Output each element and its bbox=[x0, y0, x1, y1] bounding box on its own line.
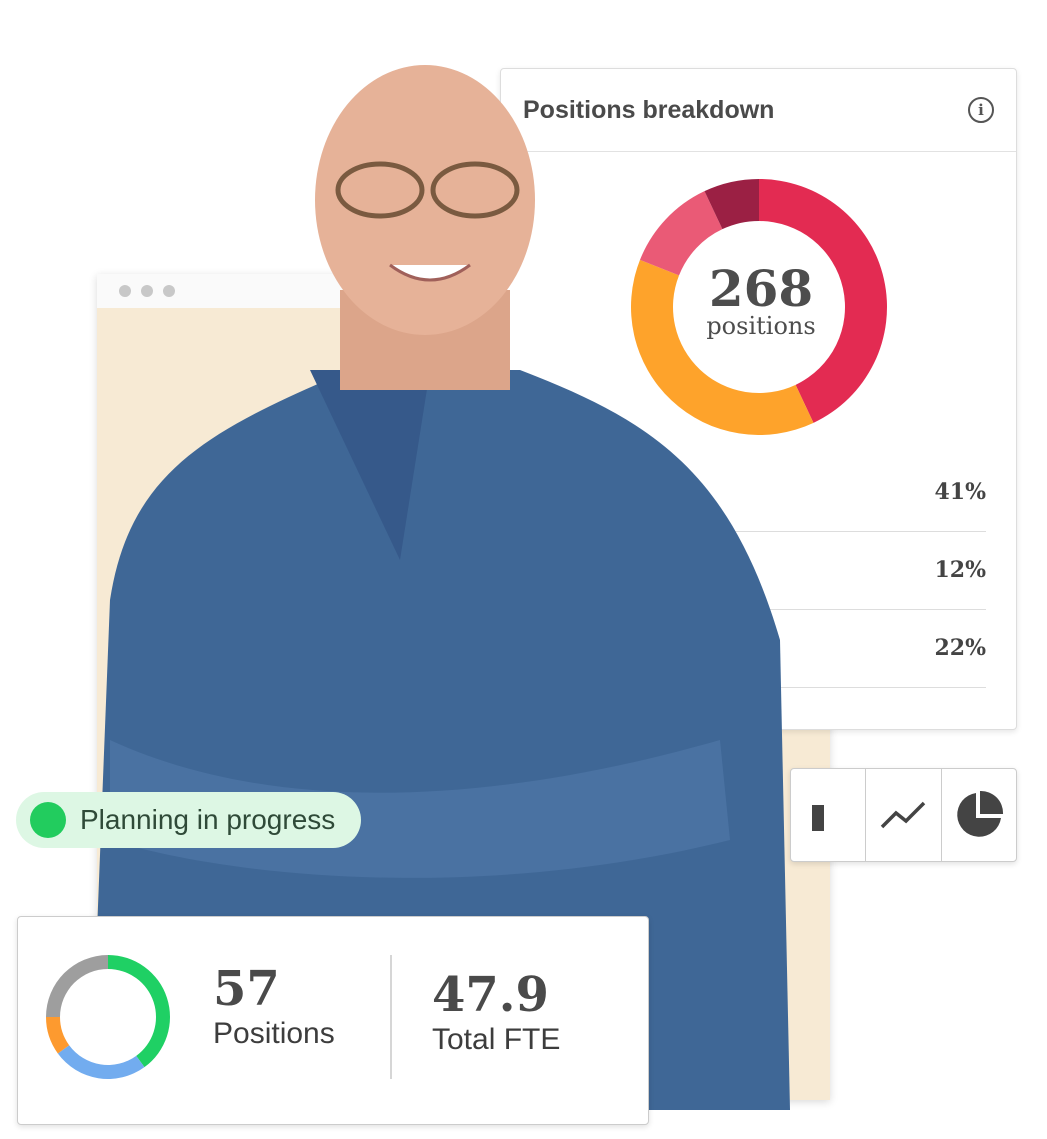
info-icon[interactable]: i bbox=[968, 97, 994, 123]
bar-chart-icon bbox=[812, 805, 825, 831]
donut-slice bbox=[108, 955, 170, 1068]
fte-label: Total FTE bbox=[432, 1023, 561, 1056]
summary-card: 57 Positions 47.9 Total FTE bbox=[17, 916, 649, 1125]
percent: 22% bbox=[934, 635, 986, 661]
positions-label: Positions bbox=[213, 1017, 335, 1050]
bar-chart-button[interactable] bbox=[791, 769, 865, 861]
chart-type-toolbar bbox=[790, 768, 1017, 862]
percent: 41% bbox=[934, 479, 986, 505]
line-chart-icon bbox=[881, 801, 926, 829]
pie-chart-icon bbox=[957, 790, 1003, 837]
fte-value: 47.9 bbox=[432, 967, 549, 1023]
status-badge: Planning in progress bbox=[16, 792, 362, 848]
positions-value: 57 bbox=[213, 961, 280, 1017]
donut-slice bbox=[57, 1045, 145, 1079]
pie-chart-button[interactable] bbox=[940, 769, 1016, 861]
status-dot-icon bbox=[30, 802, 66, 838]
line-chart-button[interactable] bbox=[865, 769, 940, 861]
divider bbox=[390, 955, 392, 1079]
percent: 12% bbox=[934, 557, 986, 583]
donut-slice bbox=[46, 955, 108, 1017]
summary-donut-chart bbox=[46, 955, 170, 1079]
status-label: Planning in progress bbox=[80, 804, 336, 835]
